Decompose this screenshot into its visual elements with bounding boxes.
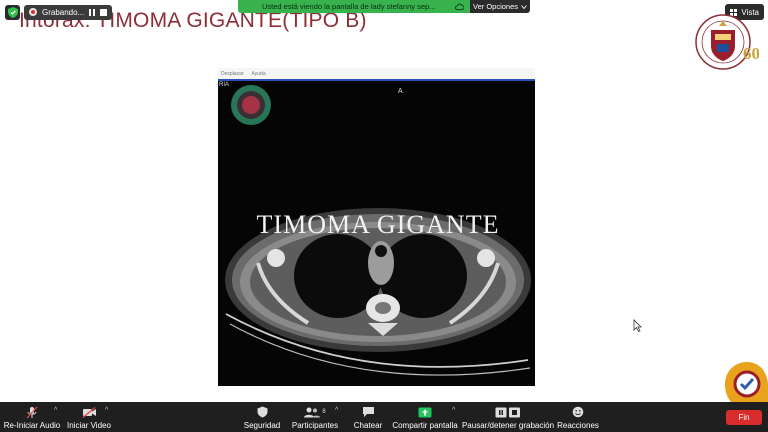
recording-pill[interactable]: Grabando... <box>24 4 112 20</box>
share-banner-text: Usted está viendo la pantalla de lady st… <box>262 2 436 11</box>
share-caret-icon[interactable]: ^ <box>452 407 455 414</box>
pause-recording-icon[interactable] <box>89 8 95 16</box>
reactions-button-label: Reacciones <box>557 421 599 430</box>
recording-controls-button[interactable]: Pausar/detener grabación <box>461 402 555 432</box>
ct-side-label: RIA <box>219 82 230 88</box>
share-screen-icon <box>418 405 432 419</box>
view-options-label: Ver Opciones <box>472 2 519 11</box>
audio-button-label: Re-Iniciar Audio <box>3 421 61 430</box>
chat-bubble-icon <box>362 405 375 419</box>
participants-button-label: Participantes <box>291 421 339 430</box>
participants-button[interactable]: 8 Participantes <box>290 402 340 432</box>
recording-label: Grabando... <box>42 7 85 17</box>
share-screen-button[interactable]: Compartir pantalla <box>392 402 458 432</box>
audio-button[interactable]: Re-Iniciar Audio <box>4 402 60 432</box>
recording-indicator: Grabando... <box>5 4 112 20</box>
security-button-label: Seguridad <box>243 421 281 430</box>
cloud-icon <box>455 3 464 10</box>
reactions-button[interactable]: Reacciones <box>557 402 599 432</box>
security-button[interactable]: Seguridad <box>240 402 284 432</box>
emoji-icon <box>572 405 584 419</box>
university-logo: 60 <box>695 14 759 70</box>
share-banner-message: Usted está viendo la pantalla de lady st… <box>238 0 470 13</box>
meeting-toolbar: Re-Iniciar Audio ^ Iniciar Video ^ Segur… <box>0 402 768 432</box>
video-button-label: Iniciar Video <box>67 421 111 430</box>
security-shield-icon <box>257 405 268 419</box>
record-dot-icon <box>29 8 37 16</box>
chevron-down-icon <box>521 4 527 9</box>
ct-menu-item[interactable]: Ayuda <box>252 71 266 77</box>
pause-stop-icon <box>495 405 521 419</box>
audio-caret-icon[interactable]: ^ <box>54 407 57 414</box>
certification-badge <box>725 362 768 402</box>
ct-watermark-text: TIMOMA GIGANTE <box>256 210 500 239</box>
participants-count: 8 <box>322 409 326 415</box>
ct-menu-item[interactable]: Desplazar <box>221 71 244 77</box>
shield-icon[interactable] <box>5 4 20 20</box>
video-caret-icon[interactable]: ^ <box>105 407 108 414</box>
mouse-cursor-icon <box>633 319 642 332</box>
stop-recording-icon[interactable] <box>99 8 107 16</box>
ct-orientation-label: A <box>398 88 403 95</box>
ct-viewer-border <box>218 79 535 81</box>
ct-viewer-menu: Desplazar Ayuda <box>218 68 535 79</box>
video-off-icon <box>82 405 97 419</box>
chat-button-label: Chatear <box>353 421 383 430</box>
end-meeting-button[interactable]: Fin <box>726 410 762 425</box>
view-options-button[interactable]: Ver Opciones <box>470 0 530 13</box>
participants-icon: 8 <box>304 405 326 419</box>
share-banner: Usted está viendo la pantalla de lady st… <box>238 0 530 13</box>
svg-text:60: 60 <box>743 44 759 63</box>
chat-button[interactable]: Chatear <box>350 402 386 432</box>
ct-scan-image: Desplazar Ayuda RIA A TIMOMA GIGANTE <box>218 68 535 386</box>
microphone-muted-icon <box>26 405 38 419</box>
recording-controls-label: Pausar/detener grabación <box>461 421 555 430</box>
share-screen-label: Compartir pantalla <box>392 421 458 430</box>
participants-caret-icon[interactable]: ^ <box>335 407 338 414</box>
